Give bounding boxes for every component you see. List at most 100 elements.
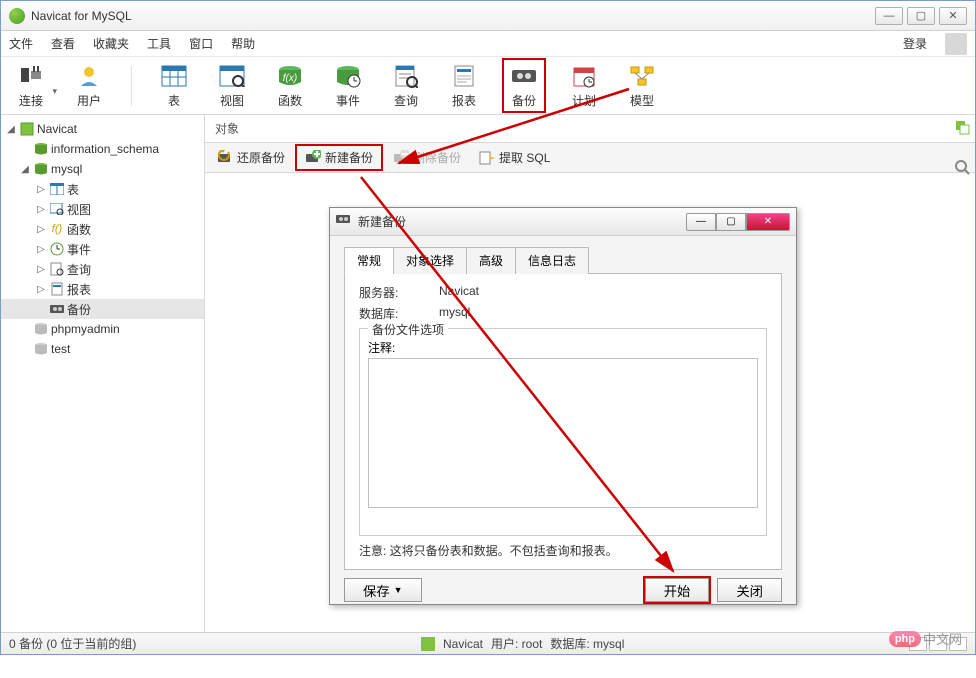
table-icon [158, 62, 190, 90]
database-off-icon [33, 341, 49, 357]
tool-function[interactable]: f(x) 函数 [270, 60, 310, 111]
sidebar: ◢Navicat information_schema ◢mysql ▷表 ▷视… [1, 115, 205, 632]
database-label: 数据库: [359, 305, 439, 322]
svg-text:f(x): f(x) [283, 73, 297, 84]
maximize-button[interactable]: ▢ [907, 7, 935, 25]
expand-icon[interactable]: ▷ [35, 284, 47, 295]
dialog-tabs: 常规 对象选择 高级 信息日志 [344, 246, 782, 274]
tree-db-information-schema[interactable]: information_schema [1, 139, 204, 159]
backup-small-icon [336, 214, 352, 230]
action-restore[interactable]: 还原备份 [209, 146, 293, 169]
action-extract-sql[interactable]: 提取 SQL [471, 146, 558, 169]
menu-help[interactable]: 帮助 [231, 35, 255, 52]
app-icon [9, 8, 25, 24]
function-icon: f(x) [274, 62, 306, 90]
tool-user[interactable]: 用户 [69, 60, 109, 111]
tab-general[interactable]: 常规 [344, 247, 394, 274]
tab-advanced[interactable]: 高级 [466, 247, 516, 274]
backup-options-fieldset: 备份文件选项 注释: [359, 328, 767, 536]
new-icon [305, 150, 321, 166]
backup-small-icon [49, 301, 65, 317]
dialog-minimize-button[interactable]: — [686, 213, 716, 231]
note-textarea[interactable] [368, 358, 758, 508]
expand-icon[interactable]: ▷ [35, 244, 47, 255]
tree-events[interactable]: ▷事件 [1, 239, 204, 259]
menu-favorites[interactable]: 收藏夹 [93, 35, 129, 52]
start-button[interactable]: 开始 [645, 578, 710, 602]
search-icon[interactable] [954, 159, 970, 175]
restore-icon [217, 150, 233, 166]
right-toolbar [953, 115, 971, 175]
tool-query[interactable]: 查询 [386, 60, 426, 111]
toolbar: 连接 用户 表 视图 f(x) 函数 事件 查询 报表 [1, 57, 975, 115]
extract-icon [479, 150, 495, 166]
dialog-close-button[interactable]: ✕ [746, 213, 790, 231]
tool-view[interactable]: 视图 [212, 60, 252, 111]
tree-db-phpmyadmin[interactable]: phpmyadmin [1, 319, 204, 339]
tree-functions[interactable]: ▷f()函数 [1, 219, 204, 239]
main-window: Navicat for MySQL — ▢ ✕ 文件 查看 收藏夹 工具 窗口 … [0, 0, 976, 655]
expand-icon[interactable]: ▷ [35, 264, 47, 275]
tab-panel-general: 服务器: Navicat 数据库: mysql 备份文件选项 注释: 注意: 这… [344, 274, 782, 570]
tool-connection[interactable]: 连接 [11, 60, 51, 111]
action-new-backup[interactable]: 新建备份 [295, 144, 383, 171]
expand-icon[interactable]: ▷ [35, 224, 47, 235]
avatar-icon[interactable] [945, 33, 967, 55]
tree-tables[interactable]: ▷表 [1, 179, 204, 199]
tab-object-select[interactable]: 对象选择 [393, 247, 467, 274]
collapse-icon[interactable]: ◢ [19, 164, 31, 175]
statusbar: 0 备份 (0 位于当前的组) Navicat 用户: root 数据库: my… [1, 632, 975, 654]
connection-icon [19, 121, 35, 137]
action-delete-backup: 删除备份 [385, 146, 469, 169]
watermark-badge: php [889, 631, 921, 647]
watermark-text: 中文网 [923, 629, 962, 648]
login-link[interactable]: 登录 [903, 35, 927, 52]
tool-table[interactable]: 表 [154, 60, 194, 111]
query-small-icon [49, 261, 65, 277]
tree-backup[interactable]: 备份 [1, 299, 204, 319]
close-button[interactable]: ✕ [939, 7, 967, 25]
menu-view[interactable]: 查看 [51, 35, 75, 52]
tree-views[interactable]: ▷视图 [1, 199, 204, 219]
tool-report[interactable]: 报表 [444, 60, 484, 111]
event-icon [332, 62, 364, 90]
menu-window[interactable]: 窗口 [189, 35, 213, 52]
database-row: 数据库: mysql [359, 305, 767, 322]
tool-backup[interactable]: 备份 [502, 58, 546, 113]
schedule-icon [568, 62, 600, 90]
server-value: Navicat [439, 284, 479, 301]
dialog-title: 新建备份 [358, 213, 680, 230]
dialog-titlebar: 新建备份 — ▢ ✕ [330, 208, 796, 236]
event-small-icon [49, 241, 65, 257]
tool-schedule[interactable]: 计划 [564, 60, 604, 111]
menu-tools[interactable]: 工具 [147, 35, 171, 52]
titlebar: Navicat for MySQL — ▢ ✕ [1, 1, 975, 31]
tab-info-log[interactable]: 信息日志 [515, 247, 589, 274]
tree-connection[interactable]: ◢Navicat [1, 119, 204, 139]
tree-reports[interactable]: ▷报表 [1, 279, 204, 299]
close-dialog-button[interactable]: 关闭 [717, 578, 782, 602]
function-small-icon: f() [49, 221, 65, 237]
watermark: php 中文网 [889, 629, 962, 648]
duplicate-icon[interactable] [954, 119, 970, 135]
object-header: 对象 [205, 115, 975, 143]
minimize-button[interactable]: — [875, 7, 903, 25]
database-value: mysql [439, 305, 470, 322]
collapse-icon[interactable]: ◢ [5, 124, 17, 135]
dialog-window-controls: — ▢ ✕ [686, 213, 790, 231]
menu-file[interactable]: 文件 [9, 35, 33, 52]
save-button[interactable]: 保存▼ [344, 578, 422, 602]
tree-db-test[interactable]: test [1, 339, 204, 359]
tree-db-mysql[interactable]: ◢mysql [1, 159, 204, 179]
expand-icon[interactable]: ▷ [35, 184, 47, 195]
server-label: 服务器: [359, 284, 439, 301]
tree-queries[interactable]: ▷查询 [1, 259, 204, 279]
action-bar: 还原备份 新建备份 删除备份 提取 SQL [205, 143, 975, 173]
tool-model[interactable]: 模型 [622, 60, 662, 111]
dialog-maximize-button[interactable]: ▢ [716, 213, 746, 231]
backup-icon [508, 62, 540, 90]
expand-icon[interactable]: ▷ [35, 204, 47, 215]
object-tab[interactable]: 对象 [215, 120, 239, 137]
delete-icon [393, 150, 409, 166]
tool-event[interactable]: 事件 [328, 60, 368, 111]
